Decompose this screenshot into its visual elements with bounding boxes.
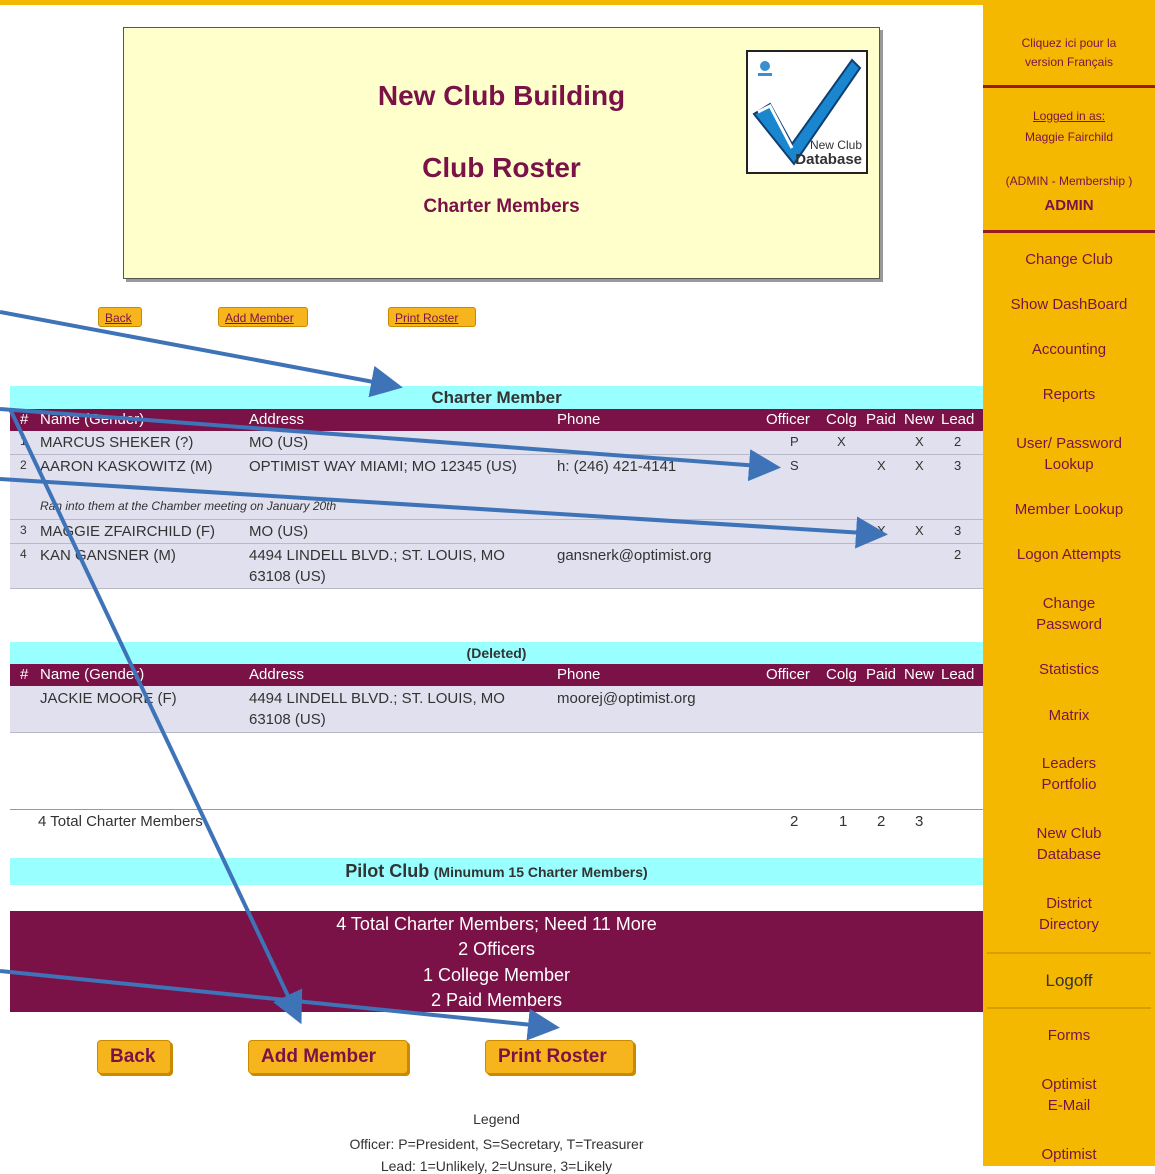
member-name[interactable]: KAN GANSNER (M)	[40, 547, 176, 564]
summary-college: 1 College Member	[422, 965, 571, 985]
logo-line2: Database	[795, 151, 862, 168]
col-officer: Officer	[766, 411, 810, 428]
charter-member-heading: Charter Member	[10, 386, 983, 409]
col-lead: Lead	[941, 411, 975, 428]
totals-row: 4 Total Charter Members 2 1 2 3	[10, 809, 983, 832]
print-roster-button-top[interactable]: Print Roster	[388, 307, 476, 327]
sidebar-item-statistics[interactable]: Statistics	[983, 659, 1155, 680]
deleted-heading: (Deleted)	[10, 642, 983, 664]
sidebar-item-member-lookup[interactable]: Member Lookup	[983, 499, 1155, 520]
totals-label: 4 Total Charter Members	[38, 813, 203, 830]
member-name[interactable]: MARCUS SHEKER (?)	[40, 434, 193, 451]
logged-in-user: Maggie Fairchild	[1024, 130, 1114, 144]
back-button-top[interactable]: Back	[98, 307, 142, 327]
logoff-link[interactable]: Logoff	[983, 970, 1155, 991]
legend-officer: Officer: P=President, S=Secretary, T=Tre…	[349, 1136, 644, 1152]
back-button[interactable]: Back	[97, 1040, 171, 1074]
legend-title: Legend	[473, 1111, 520, 1127]
main-content: New Club Building Club Roster Charter Me…	[0, 0, 983, 1174]
add-member-button-top[interactable]: Add Member	[218, 307, 308, 327]
sidebar-divider	[983, 85, 1155, 88]
summary-total: 4 Total Charter Members; Need 11 More	[336, 914, 657, 934]
sidebar: Cliquez ici pour la version Français Log…	[983, 0, 1155, 1166]
sidebar-item-change-password[interactable]: Change Password	[983, 593, 1155, 635]
sidebar-divider	[987, 952, 1151, 954]
logo-line1: New Club	[809, 138, 862, 152]
col-colg: Colg	[826, 411, 857, 428]
sidebar-divider	[983, 230, 1155, 233]
summary-officers: 2 Officers	[458, 939, 535, 959]
charter-table-header: # Name (Gender) Address Phone Officer Co…	[10, 409, 983, 431]
french-version-link[interactable]: Cliquez ici pour la version Français	[983, 34, 1155, 72]
page-header-box: New Club Building Club Roster Charter Me…	[123, 27, 880, 279]
col-phone: Phone	[557, 411, 601, 428]
new-club-database-logo: New Club Database	[746, 50, 868, 174]
sidebar-item-change-club[interactable]: Change Club	[983, 249, 1155, 270]
section-title: Charter Members	[423, 196, 580, 217]
sidebar-divider	[987, 1007, 1151, 1009]
sidebar-item-leaders-portfolio[interactable]: Leaders Portfolio	[983, 753, 1155, 795]
col-new: New	[904, 411, 935, 428]
summary-box: 4 Total Charter Members; Need 11 More 2 …	[10, 911, 983, 1012]
table-row[interactable]: JACKIE MOORE (F) 4494 LINDELL BLVD.; ST.…	[10, 686, 983, 733]
print-roster-button[interactable]: Print Roster	[485, 1040, 634, 1074]
sidebar-item-optimist[interactable]: Optimist	[983, 1144, 1155, 1165]
member-name[interactable]: AARON KASKOWITZ (M)	[40, 458, 213, 475]
sidebar-item-optimist-email[interactable]: Optimist E-Mail	[983, 1074, 1155, 1116]
sidebar-item-reports[interactable]: Reports	[983, 384, 1155, 405]
table-row[interactable]: 3 MAGGIE ZFAIRCHILD (F) MO (US) X X 3	[10, 520, 983, 544]
table-row[interactable]: 2 AARON KASKOWITZ (M) OPTIMIST WAY MIAMI…	[10, 455, 983, 520]
col-address: Address	[249, 411, 305, 428]
member-note: Ran into them at the Chamber meeting on …	[40, 499, 337, 513]
user-role: (ADMIN - Membership )	[1005, 174, 1133, 188]
col-num: #	[20, 411, 29, 428]
sidebar-item-new-club-database[interactable]: New Club Database	[983, 823, 1155, 865]
sidebar-item-user-password-lookup[interactable]: User/ Password Lookup	[983, 433, 1155, 475]
user-role-admin: ADMIN	[1044, 197, 1094, 214]
logged-in-label: Logged in as:	[1032, 109, 1106, 123]
sidebar-item-district-directory[interactable]: District Directory	[983, 893, 1155, 935]
pilot-club-heading: Pilot Club (Minumum 15 Charter Members)	[10, 858, 983, 885]
deleted-table-header: # Name (Gender) Address Phone Officer Co…	[10, 664, 983, 686]
col-name: Name (Gender)	[40, 411, 145, 428]
sidebar-item-show-dashboard[interactable]: Show DashBoard	[983, 294, 1155, 315]
sidebar-item-forms[interactable]: Forms	[983, 1025, 1155, 1046]
sidebar-item-logon-attempts[interactable]: Logon Attempts	[983, 544, 1155, 565]
member-name[interactable]: MAGGIE ZFAIRCHILD (F)	[40, 523, 215, 540]
table-row[interactable]: 1 MARCUS SHEKER (?) MO (US) P X X 2	[10, 431, 983, 455]
add-member-button[interactable]: Add Member	[248, 1040, 408, 1074]
table-row[interactable]: 4 KAN GANSNER (M) 4494 LINDELL BLVD.; ST…	[10, 544, 983, 589]
member-name[interactable]: JACKIE MOORE (F)	[40, 690, 177, 707]
sidebar-item-accounting[interactable]: Accounting	[983, 339, 1155, 360]
summary-paid: 2 Paid Members	[430, 990, 563, 1010]
legend-lead: Lead: 1=Unlikely, 2=Unsure, 3=Likely	[380, 1158, 613, 1174]
arrow-to-charter-heading	[0, 310, 403, 398]
col-paid: Paid	[866, 411, 897, 428]
sidebar-item-matrix[interactable]: Matrix	[983, 705, 1155, 726]
